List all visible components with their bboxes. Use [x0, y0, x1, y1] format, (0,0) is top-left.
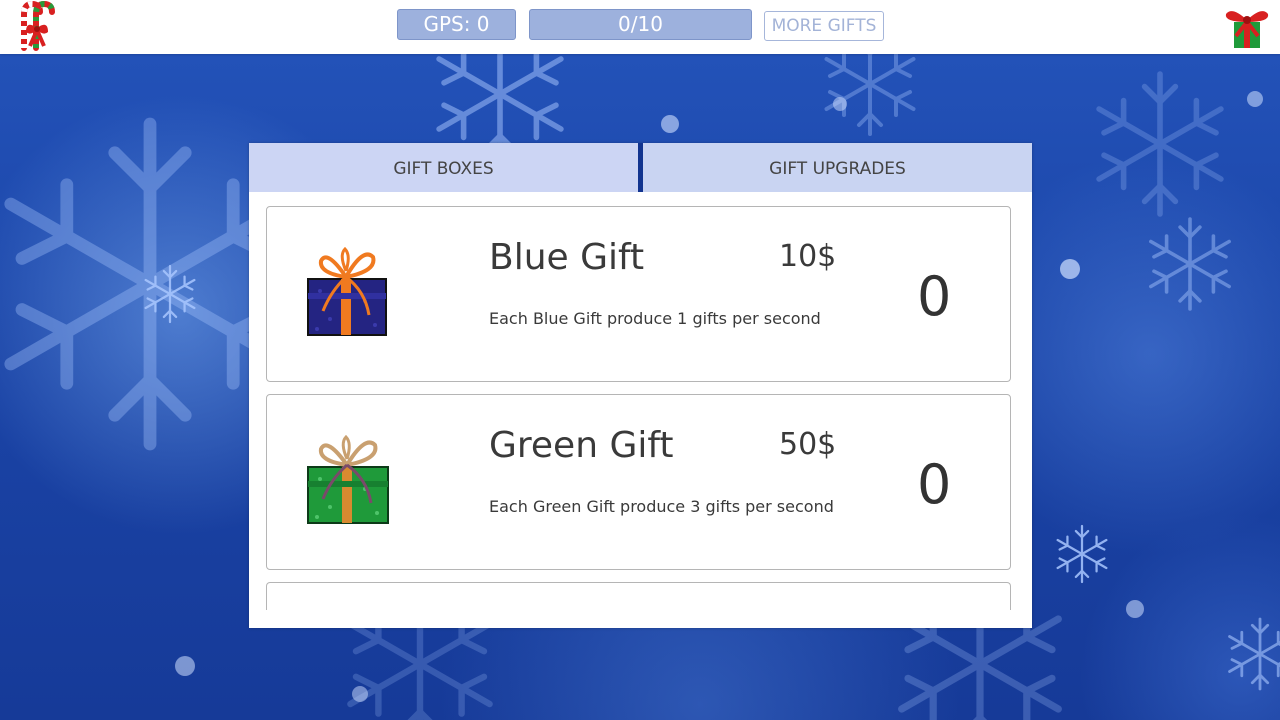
gift-description: Each Blue Gift produce 1 gifts per secon…	[489, 309, 821, 328]
gift-progress-bar: 0/10	[529, 9, 752, 40]
more-gifts-button[interactable]: MORE GIFTS	[764, 11, 884, 41]
gift-description: Each Green Gift produce 3 gifts per seco…	[489, 497, 834, 516]
tab-gift-upgrades[interactable]: GIFT UPGRADES	[643, 143, 1032, 192]
blue-gift-card[interactable]: Blue Gift 10$ Each Blue Gift produce 1 g…	[266, 206, 1011, 382]
gps-counter: GPS: 0	[397, 9, 516, 40]
tab-gift-upgrades-label: GIFT UPGRADES	[769, 159, 906, 179]
gift-price: 10$	[779, 239, 837, 274]
blue-gift-icon	[305, 241, 395, 341]
tab-gift-boxes[interactable]: GIFT BOXES	[249, 143, 638, 192]
gift-price: 50$	[779, 427, 837, 462]
progress-label: 0/10	[618, 12, 663, 36]
next-gift-card[interactable]	[266, 582, 1011, 610]
shop-panel: GIFT BOXES GIFT UPGRADES Blue Gift 10$ E	[249, 143, 1032, 628]
more-gifts-label: MORE GIFTS	[771, 16, 877, 36]
candy-cane-icon	[10, 0, 66, 54]
green-gift-icon	[305, 429, 395, 529]
tab-gift-boxes-label: GIFT BOXES	[393, 159, 494, 179]
gps-label: GPS: 0	[423, 12, 490, 36]
gift-count: 0	[917, 453, 952, 516]
gift-name: Green Gift	[489, 425, 674, 466]
top-bar: GPS: 0 0/10 MORE GIFTS	[0, 0, 1280, 54]
green-gift-card[interactable]: Green Gift 50$ Each Green Gift produce 3…	[266, 394, 1011, 570]
gift-count: 0	[917, 265, 952, 328]
gift-name: Blue Gift	[489, 237, 645, 278]
present-bow-icon	[1218, 0, 1274, 54]
